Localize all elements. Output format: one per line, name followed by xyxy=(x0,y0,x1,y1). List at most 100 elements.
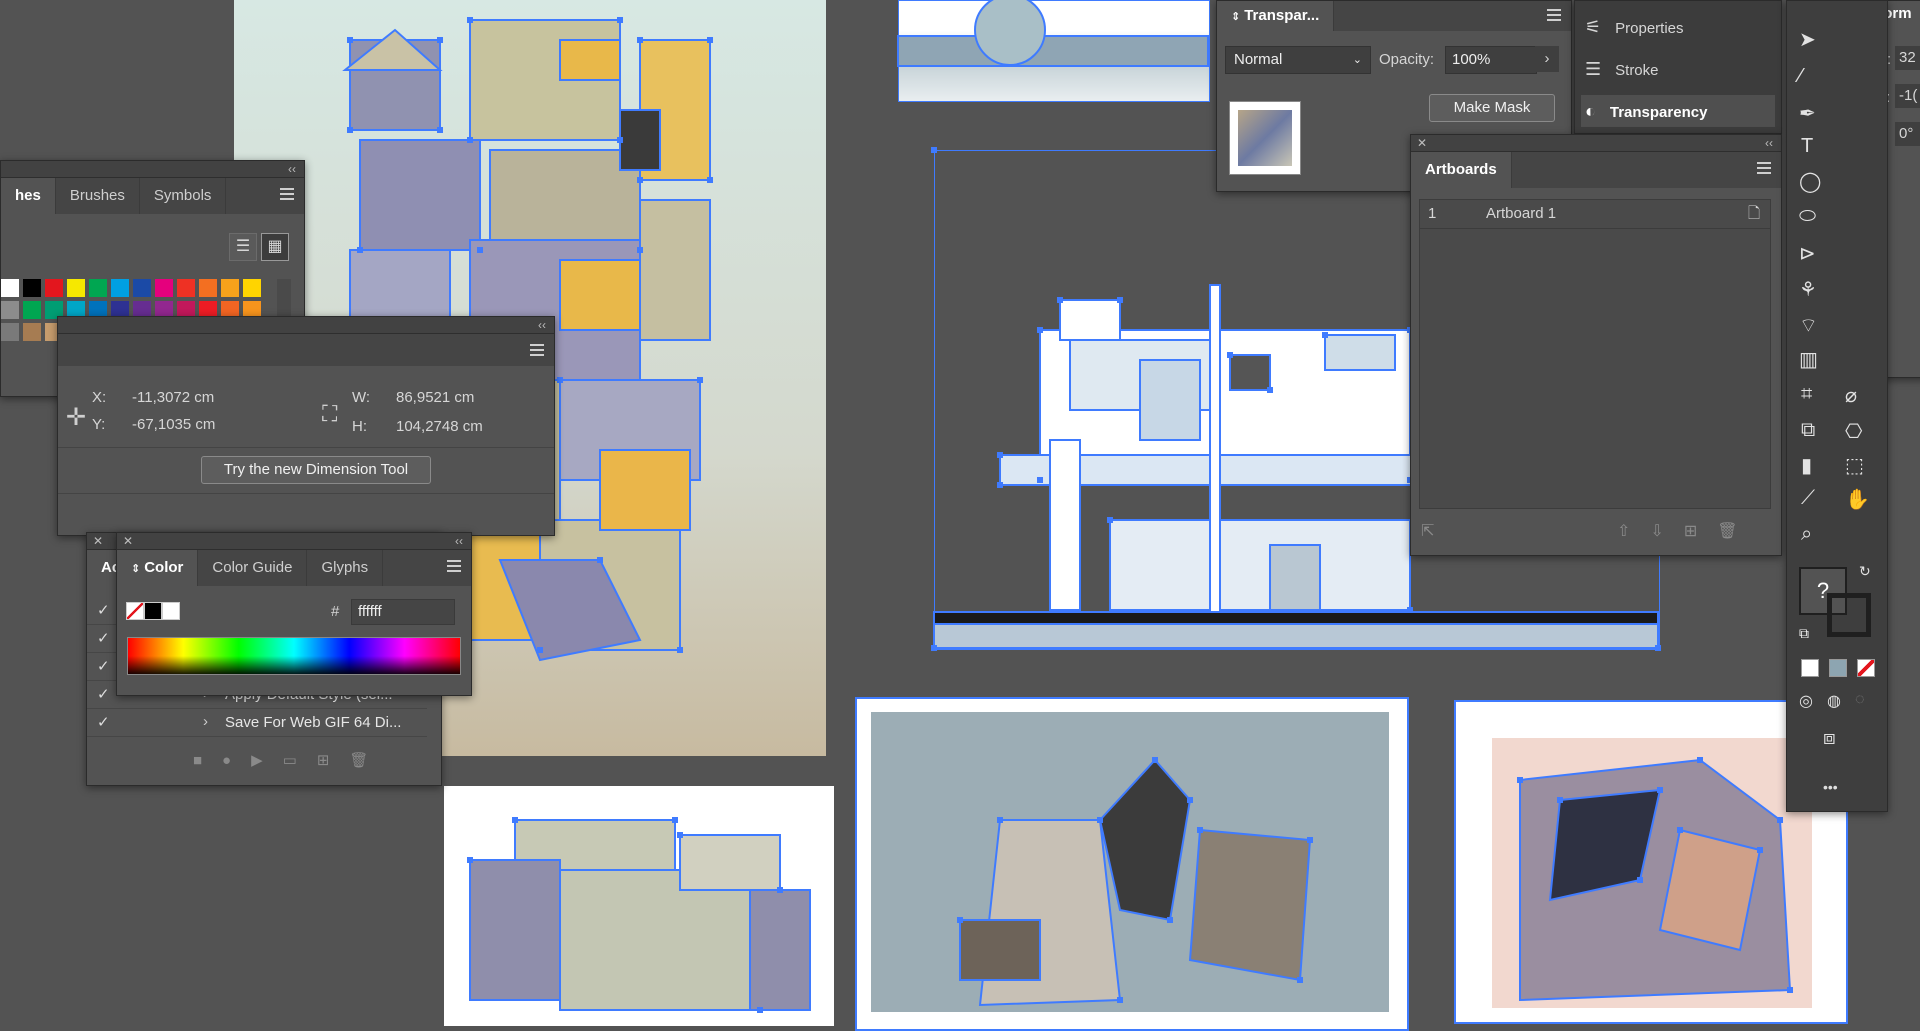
shaper-tool-icon[interactable]: ⬭ xyxy=(1799,205,1816,228)
perspective-grid-icon[interactable]: ▥ xyxy=(1799,347,1818,372)
gradient-swatch[interactable] xyxy=(1829,659,1847,677)
anchor-point[interactable] xyxy=(557,377,563,383)
screen-mode-icon[interactable]: ⧈ xyxy=(1823,727,1836,750)
anchor-point[interactable] xyxy=(672,817,678,823)
h-value[interactable]: 104,2748 cm xyxy=(396,418,483,435)
collapse-icon[interactable]: ‹‹ xyxy=(538,317,546,333)
anchor-point[interactable] xyxy=(357,247,363,253)
blend-mode-select[interactable]: Normal ⌄ xyxy=(1225,46,1371,74)
anchor-point[interactable] xyxy=(347,37,353,43)
opacity-arrow-icon[interactable]: › xyxy=(1535,46,1559,72)
tab-swatches[interactable]: hes xyxy=(1,178,56,214)
eyedropper-icon[interactable]: ⌀ xyxy=(1845,383,1857,408)
list-item[interactable]: 1 Artboard 1 🗋 xyxy=(1420,200,1770,229)
grid-view-icon[interactable]: ▦ xyxy=(261,233,289,261)
x-value[interactable]: -11,3072 cm xyxy=(132,389,214,406)
swatch[interactable] xyxy=(133,279,151,297)
anchor-point[interactable] xyxy=(1037,477,1043,483)
anchor-point[interactable] xyxy=(1097,817,1103,823)
transparency-item[interactable]: ◐ Transparency xyxy=(1581,95,1775,127)
artwork-thumbnail[interactable] xyxy=(1229,101,1301,175)
expand-icon[interactable]: › xyxy=(203,713,208,730)
stroke-item[interactable]: ☰ Stroke xyxy=(1585,59,1659,80)
close-icon[interactable]: ✕ xyxy=(123,533,133,549)
anchor-point[interactable] xyxy=(347,127,353,133)
anchor-point[interactable] xyxy=(777,887,783,893)
check-icon[interactable]: ✓ xyxy=(97,601,110,619)
check-icon[interactable]: ✓ xyxy=(97,685,110,703)
x-input[interactable]: 32 xyxy=(1895,46,1920,70)
symbol-sprayer-icon[interactable]: ⎔ xyxy=(1845,419,1862,444)
swap-colors-icon[interactable]: ↻ xyxy=(1859,563,1871,580)
zoom-tool-icon[interactable]: ⌕ xyxy=(1801,523,1812,546)
swatch[interactable] xyxy=(67,279,85,297)
anchor-point[interactable] xyxy=(1307,837,1313,843)
fill-white-swatch[interactable] xyxy=(1801,659,1819,677)
tab-symbols[interactable]: Symbols xyxy=(140,178,227,214)
anchor-point[interactable] xyxy=(1187,797,1193,803)
black-swatch[interactable] xyxy=(144,602,162,620)
anchor-point[interactable] xyxy=(677,832,683,838)
tab-color-guide[interactable]: Color Guide xyxy=(198,550,308,586)
draw-behind-icon[interactable]: ◍ xyxy=(1827,691,1841,711)
anchor-point[interactable] xyxy=(637,177,643,183)
anchor-point[interactable] xyxy=(1407,607,1413,613)
none-swatch[interactable] xyxy=(1857,659,1875,677)
anchor-point[interactable] xyxy=(1057,297,1063,303)
panel-menu-icon[interactable] xyxy=(447,560,461,575)
anchor-point[interactable] xyxy=(757,1007,763,1013)
slice-tool-icon[interactable]: ⟋ xyxy=(1801,487,1815,510)
y-value[interactable]: -67,1035 cm xyxy=(132,416,215,433)
check-icon[interactable]: ✓ xyxy=(97,657,110,675)
artboard-options-icon[interactable]: 🗋 xyxy=(1748,200,1760,228)
anchor-point[interactable] xyxy=(997,817,1003,823)
anchor-point[interactable] xyxy=(1655,645,1661,651)
swatch[interactable] xyxy=(23,301,41,319)
properties-item[interactable]: ⚟ Properties xyxy=(1585,17,1684,38)
panel-menu-icon[interactable] xyxy=(280,188,294,203)
anchor-point[interactable] xyxy=(597,557,603,563)
swatch[interactable] xyxy=(1,279,19,297)
anchor-point[interactable] xyxy=(1267,387,1273,393)
anchor-point[interactable] xyxy=(617,137,623,143)
anchor-point[interactable] xyxy=(1197,827,1203,833)
anchor-point[interactable] xyxy=(1557,797,1563,803)
none-swatch-icon[interactable] xyxy=(126,602,144,620)
anchor-point[interactable] xyxy=(957,917,963,923)
hex-input[interactable]: ffffff xyxy=(351,599,455,625)
anchor-point[interactable] xyxy=(1777,817,1783,823)
y-input[interactable]: -1( xyxy=(1895,84,1920,108)
panel-menu-icon[interactable] xyxy=(1547,9,1561,24)
anchor-point[interactable] xyxy=(1697,757,1703,763)
anchor-point[interactable] xyxy=(997,482,1003,488)
swatch[interactable] xyxy=(243,279,261,297)
more-tools-icon[interactable]: ••• xyxy=(1823,779,1838,795)
ellipse-tool-icon[interactable]: ◯ xyxy=(1799,169,1821,194)
anchor-point[interactable] xyxy=(931,645,937,651)
anchor-point[interactable] xyxy=(467,857,473,863)
draw-normal-icon[interactable]: ◎ xyxy=(1799,691,1813,711)
anchor-point[interactable] xyxy=(697,377,703,383)
anchor-point[interactable] xyxy=(437,37,443,43)
anchor-point[interactable] xyxy=(1637,877,1643,883)
anchor-point[interactable] xyxy=(467,137,473,143)
swatch[interactable] xyxy=(155,279,173,297)
anchor-point[interactable] xyxy=(931,147,937,153)
shape-builder-icon[interactable]: ⧉ xyxy=(1801,419,1815,442)
anchor-point[interactable] xyxy=(1322,332,1328,338)
swatch[interactable] xyxy=(45,279,63,297)
anchor-point[interactable] xyxy=(1117,297,1123,303)
close-icon[interactable]: ✕ xyxy=(93,533,103,549)
anchor-point[interactable] xyxy=(1117,997,1123,1003)
magic-wand-icon[interactable]: ⁄ xyxy=(1799,65,1802,88)
anchor-point[interactable] xyxy=(477,247,483,253)
tab-brushes[interactable]: Brushes xyxy=(56,178,140,214)
width-tool-icon[interactable]: ⊳ xyxy=(1799,241,1816,266)
list-view-icon[interactable]: ☰ xyxy=(229,233,257,261)
pen-tool-icon[interactable]: ✒ xyxy=(1799,101,1816,126)
swatch[interactable] xyxy=(221,279,239,297)
w-value[interactable]: 86,9521 cm xyxy=(396,389,474,406)
tab-glyphs[interactable]: Glyphs xyxy=(307,550,384,586)
swatch[interactable] xyxy=(1,301,19,319)
anchor-point[interactable] xyxy=(1787,987,1793,993)
